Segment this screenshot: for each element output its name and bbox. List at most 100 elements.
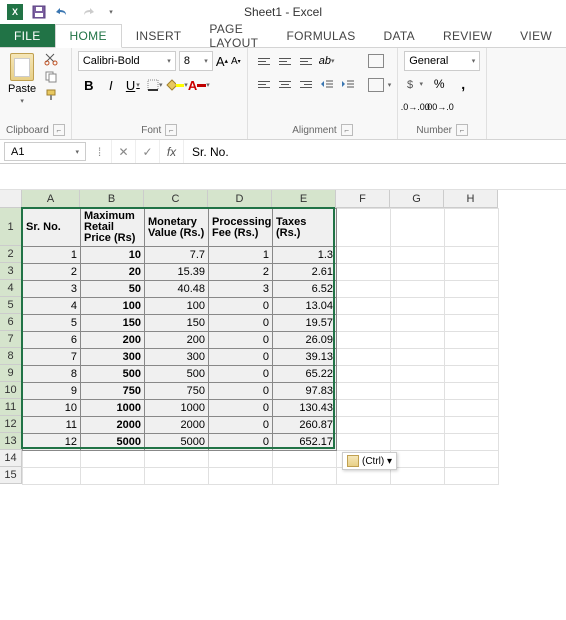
increase-decimal-button[interactable]: .0→.00 — [404, 97, 426, 117]
cell-H14[interactable] — [445, 451, 499, 468]
cell-B2[interactable]: 10 — [81, 247, 145, 264]
fx-button[interactable]: fx — [160, 140, 184, 163]
cell-A6[interactable]: 5 — [23, 315, 81, 332]
cell-F5[interactable] — [337, 298, 391, 315]
cell-A5[interactable]: 4 — [23, 298, 81, 315]
excel-icon[interactable]: X — [4, 1, 26, 23]
column-header-F[interactable]: F — [336, 190, 390, 208]
cell-C14[interactable] — [145, 451, 209, 468]
format-painter-button[interactable] — [42, 87, 60, 103]
cell-F6[interactable] — [337, 315, 391, 332]
cell-D9[interactable]: 0 — [209, 366, 273, 383]
undo-button[interactable] — [52, 1, 74, 23]
select-all-corner[interactable] — [0, 190, 22, 208]
qat-customize-button[interactable]: ▾ — [100, 1, 122, 23]
cell-D7[interactable]: 0 — [209, 332, 273, 349]
cell-C5[interactable]: 100 — [145, 298, 209, 315]
cell-D5[interactable]: 0 — [209, 298, 273, 315]
cell-C12[interactable]: 2000 — [145, 417, 209, 434]
cell-E14[interactable] — [273, 451, 337, 468]
number-launcher[interactable]: ⌐ — [456, 124, 468, 136]
worksheet-grid[interactable]: ABCDEFGH 123456789101112131415 Sr. No.Ma… — [0, 190, 566, 620]
cell-D6[interactable]: 0 — [209, 315, 273, 332]
cell-H10[interactable] — [445, 383, 499, 400]
orientation-button[interactable]: ab▾ — [317, 51, 337, 71]
cell-G10[interactable] — [391, 383, 445, 400]
cell-C4[interactable]: 40.48 — [145, 281, 209, 298]
cell-F8[interactable] — [337, 349, 391, 366]
cell-G11[interactable] — [391, 400, 445, 417]
column-header-E[interactable]: E — [272, 190, 336, 208]
cell-D1[interactable]: Processing Fee (Rs.) — [209, 209, 273, 247]
cell-E3[interactable]: 2.61 — [273, 264, 337, 281]
cell-H15[interactable] — [445, 468, 499, 485]
bold-button[interactable]: B — [78, 74, 100, 96]
align-bottom-button[interactable] — [296, 51, 316, 71]
cell-A8[interactable]: 7 — [23, 349, 81, 366]
cell-D8[interactable]: 0 — [209, 349, 273, 366]
clipboard-launcher[interactable]: ⌐ — [53, 124, 65, 136]
paste-button[interactable]: Paste ▾ — [6, 51, 38, 107]
cell-A1[interactable]: Sr. No. — [23, 209, 81, 247]
cell-G5[interactable] — [391, 298, 445, 315]
cell-C3[interactable]: 15.39 — [145, 264, 209, 281]
cell-H2[interactable] — [445, 247, 499, 264]
cell-D11[interactable]: 0 — [209, 400, 273, 417]
cell-H5[interactable] — [445, 298, 499, 315]
cell-F7[interactable] — [337, 332, 391, 349]
cell-B9[interactable]: 500 — [81, 366, 145, 383]
border-button[interactable]: ▾ — [144, 74, 166, 96]
cell-G4[interactable] — [391, 281, 445, 298]
cell-H3[interactable] — [445, 264, 499, 281]
increase-indent-button[interactable] — [338, 74, 358, 94]
cell-C8[interactable]: 300 — [145, 349, 209, 366]
font-name-select[interactable]: Calibri-Bold▾ — [78, 51, 176, 71]
cell-H4[interactable] — [445, 281, 499, 298]
cell-F13[interactable] — [337, 434, 391, 451]
cell-G13[interactable] — [391, 434, 445, 451]
cell-H11[interactable] — [445, 400, 499, 417]
merge-center-button[interactable]: ▾ — [368, 75, 392, 95]
align-left-button[interactable] — [254, 74, 274, 94]
cell-G15[interactable] — [391, 468, 445, 485]
cell-A3[interactable]: 2 — [23, 264, 81, 281]
cell-B5[interactable]: 100 — [81, 298, 145, 315]
font-launcher[interactable]: ⌐ — [165, 124, 177, 136]
tab-data[interactable]: DATA — [370, 24, 429, 47]
underline-button[interactable]: U▾ — [122, 74, 144, 96]
fx-dropdown[interactable]: ⁞ — [88, 140, 112, 163]
fill-color-button[interactable]: ▾ — [166, 74, 188, 96]
cell-E8[interactable]: 39.13 — [273, 349, 337, 366]
cell-A14[interactable] — [23, 451, 81, 468]
cell-H12[interactable] — [445, 417, 499, 434]
decrease-decimal-button[interactable]: .00→.0 — [428, 97, 450, 117]
cell-F10[interactable] — [337, 383, 391, 400]
cell-E1[interactable]: Taxes (Rs.) — [273, 209, 337, 247]
cell-E15[interactable] — [273, 468, 337, 485]
cell-E6[interactable]: 19.57 — [273, 315, 337, 332]
cell-H1[interactable] — [445, 209, 499, 247]
align-center-button[interactable] — [275, 74, 295, 94]
cell-E7[interactable]: 26.09 — [273, 332, 337, 349]
cell-G7[interactable] — [391, 332, 445, 349]
cell-F12[interactable] — [337, 417, 391, 434]
row-header-12[interactable]: 12 — [0, 416, 22, 433]
cell-E11[interactable]: 130.43 — [273, 400, 337, 417]
font-size-select[interactable]: 8▾ — [179, 51, 213, 71]
cell-B11[interactable]: 1000 — [81, 400, 145, 417]
cell-C11[interactable]: 1000 — [145, 400, 209, 417]
cell-F3[interactable] — [337, 264, 391, 281]
cell-F4[interactable] — [337, 281, 391, 298]
cell-B10[interactable]: 750 — [81, 383, 145, 400]
cell-A7[interactable]: 6 — [23, 332, 81, 349]
paste-options-button[interactable]: (Ctrl) ▾ — [342, 452, 397, 470]
cell-C6[interactable]: 150 — [145, 315, 209, 332]
cell-A15[interactable] — [23, 468, 81, 485]
tab-file[interactable]: FILE — [0, 24, 55, 47]
comma-format-button[interactable]: , — [452, 74, 474, 94]
cell-G12[interactable] — [391, 417, 445, 434]
tab-review[interactable]: REVIEW — [429, 24, 506, 47]
cell-E13[interactable]: 652.17 — [273, 434, 337, 451]
enter-button[interactable]: ✓ — [136, 140, 160, 163]
row-header-4[interactable]: 4 — [0, 280, 22, 297]
